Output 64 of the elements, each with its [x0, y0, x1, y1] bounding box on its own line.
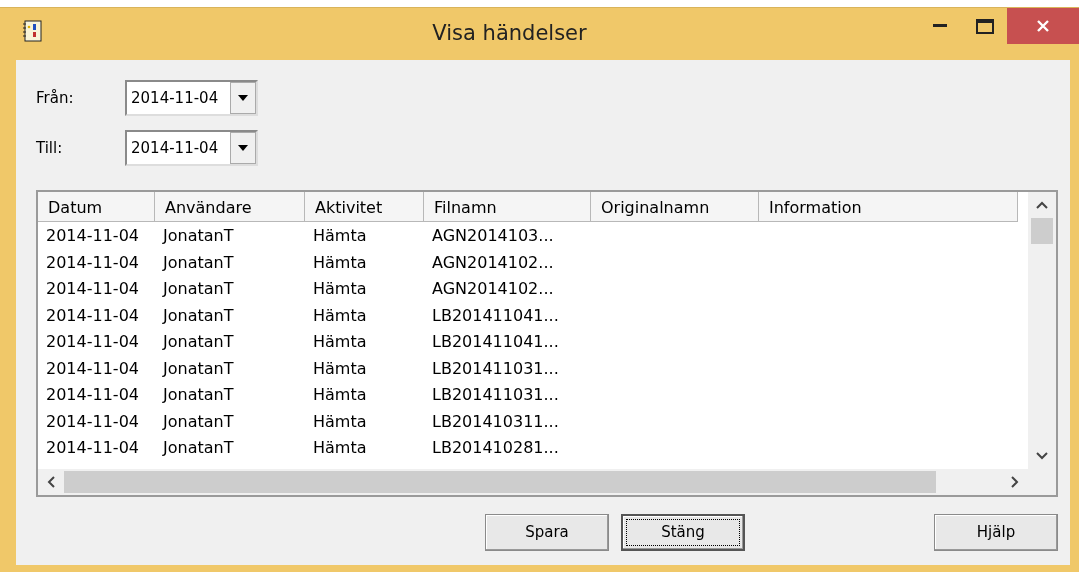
table-cell-text: LB201410311...	[431, 410, 560, 433]
table-cell-text: 2014-11-04	[45, 384, 140, 406]
dialog-button[interactable]: Hjälp	[934, 514, 1058, 551]
table-cell-text: LB201411041...	[431, 331, 560, 353]
app-icon	[22, 20, 42, 42]
table-cell-text: Hämta	[312, 225, 368, 247]
table-cell-text: JonatanT	[161, 357, 235, 380]
table-cell-text: Hämta	[312, 437, 368, 459]
table-cell-text: LB201411041...	[431, 304, 560, 327]
table-cell-text: LB201411031...	[431, 384, 560, 406]
window-title: Visa händelser	[431, 20, 588, 48]
dialog-button[interactable]: Stäng	[621, 514, 745, 551]
scroll-right-icon[interactable]	[1011, 476, 1019, 488]
date-dropdown[interactable]: 2014-11-04	[125, 80, 258, 116]
column-header[interactable]: Filnamn	[424, 192, 591, 222]
table-cell-text: JonatanT	[161, 410, 235, 433]
table-cell-text: Hämta	[312, 357, 368, 380]
table-cell-text: Hämta	[312, 278, 368, 300]
field-label: Till:	[36, 137, 64, 159]
table-cell-text: 2014-11-04	[45, 410, 140, 433]
dropdown-arrow-icon[interactable]	[238, 145, 248, 151]
table-cell-text: LB201410281...	[431, 437, 560, 459]
field-label: Från:	[36, 87, 75, 109]
horizontal-scrollbar[interactable]	[38, 469, 1028, 495]
dialog-button[interactable]: Spara	[485, 514, 609, 551]
table-cell-text: JonatanT	[161, 437, 235, 459]
maximize-icon	[975, 18, 994, 34]
date-dropdown[interactable]: 2014-11-04	[125, 130, 258, 166]
column-header[interactable]: Information	[759, 192, 1018, 222]
table-cell-text: Hämta	[312, 331, 368, 353]
table-cell-text: AGN2014102...	[431, 278, 555, 300]
table-cell-text: JonatanT	[161, 278, 235, 300]
table-cell-text: Hämta	[312, 304, 368, 327]
scrollbar-thumb[interactable]	[64, 471, 936, 493]
dropdown-arrow-icon[interactable]	[238, 95, 248, 101]
vertical-scrollbar[interactable]	[1028, 192, 1056, 469]
table-cell-text: 2014-11-04	[45, 357, 140, 380]
table-cell-text: JonatanT	[161, 304, 235, 327]
minimize-icon	[932, 24, 947, 28]
close-icon	[1036, 19, 1050, 33]
table-cell-text: JonatanT	[161, 225, 235, 247]
column-header[interactable]: Datum	[38, 192, 155, 222]
table-cell-text: AGN2014103...	[431, 225, 555, 247]
table-cell-text: 2014-11-04	[45, 278, 140, 300]
table-cell-text: JonatanT	[161, 331, 235, 353]
table-cell-text: 2014-11-04	[45, 225, 140, 247]
table-cell-text: Hämta	[312, 251, 368, 274]
scrollbar-thumb[interactable]	[1031, 218, 1053, 244]
table-cell-text: Hämta	[312, 410, 368, 433]
scroll-up-icon[interactable]	[1036, 201, 1048, 209]
column-header[interactable]: Originalnamn	[591, 192, 759, 222]
table-cell-text: 2014-11-04	[45, 304, 140, 327]
table-cell-text: 2014-11-04	[45, 251, 140, 274]
table-cell-text: AGN2014102...	[431, 251, 555, 274]
table-cell-text: JonatanT	[161, 251, 235, 274]
table-cell-text: Hämta	[312, 384, 368, 406]
column-header[interactable]: Användare	[155, 192, 305, 222]
table-cell-text: 2014-11-04	[45, 437, 140, 459]
table-cell-text: LB201411031...	[431, 357, 560, 380]
table-cell-text: JonatanT	[161, 384, 235, 406]
table-cell-text: 2014-11-04	[45, 331, 140, 353]
scroll-left-icon[interactable]	[47, 476, 55, 488]
column-header[interactable]: Aktivitet	[305, 192, 424, 222]
scroll-down-icon[interactable]	[1036, 452, 1048, 460]
